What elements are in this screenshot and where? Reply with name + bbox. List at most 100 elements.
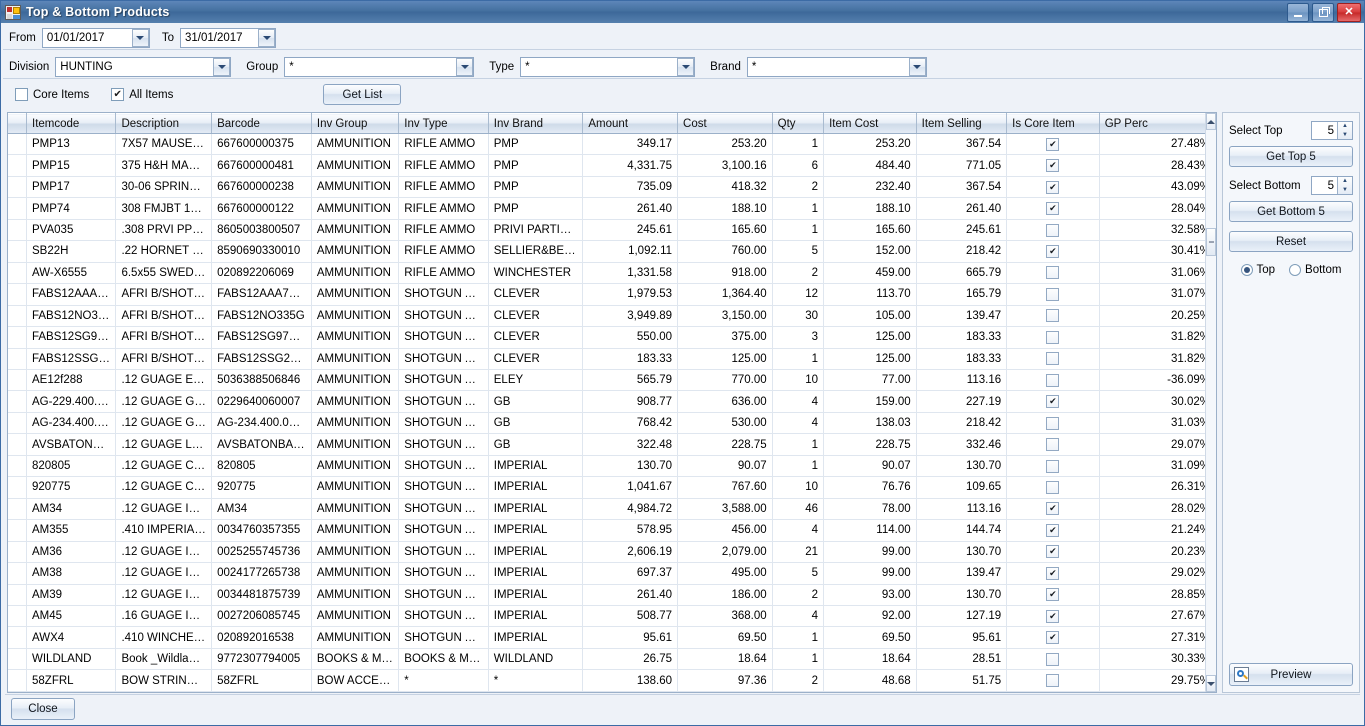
- select-top-stepper[interactable]: 5 ▲ ▼: [1311, 121, 1353, 140]
- cell-is-core-item[interactable]: [1006, 412, 1100, 435]
- table-row[interactable]: 920775.12 GUAGE C… 920775 AMMUNITION SHOTGU…: [8, 476, 1217, 499]
- table-row[interactable]: PMP17 30-06 SPRING… 667600000238 AMMUNITION…: [8, 176, 1217, 199]
- checkbox-icon[interactable]: [1046, 223, 1060, 237]
- row-selector-cell[interactable]: [8, 390, 27, 413]
- row-selector-cell[interactable]: [8, 562, 27, 585]
- row-selector-cell[interactable]: [8, 305, 27, 328]
- cell-is-core-item[interactable]: [1006, 669, 1100, 692]
- checkbox-checked-icon[interactable]: [1046, 588, 1060, 602]
- select-bottom-stepper[interactable]: 5 ▲ ▼: [1311, 176, 1353, 195]
- stepper-down-icon[interactable]: ▼: [1338, 131, 1352, 140]
- cell-is-core-item[interactable]: [1006, 133, 1100, 156]
- table-row[interactable]: AM45.16 GUAGE IM… 0027206085745 AMMUNITION…: [8, 605, 1217, 628]
- radio-top-indicator[interactable]: [1240, 264, 1253, 276]
- stepper-up-icon[interactable]: ▲: [1338, 177, 1352, 186]
- to-date-input[interactable]: 31/01/2017: [180, 28, 276, 48]
- get-bottom-button[interactable]: Get Bottom 5: [1229, 201, 1353, 222]
- core-items-checkbox[interactable]: [15, 88, 28, 101]
- close-button[interactable]: Close: [11, 698, 75, 720]
- radio-bottom-indicator[interactable]: [1289, 264, 1302, 276]
- chevron-down-icon[interactable]: [258, 29, 275, 47]
- table-row[interactable]: FABS12SG97016 AFRI B/SHOT … FABS12SG97016 A…: [8, 326, 1217, 349]
- cell-is-core-item[interactable]: [1006, 390, 1100, 413]
- checkbox-checked-icon[interactable]: [1046, 180, 1060, 194]
- stepper-down-icon[interactable]: ▼: [1338, 186, 1352, 195]
- row-selector-cell[interactable]: [8, 455, 27, 478]
- row-selector-cell[interactable]: [8, 348, 27, 370]
- table-row[interactable]: AG-229.400.0… .12 GUAGE GB… 0229640060007 A…: [8, 390, 1217, 413]
- chevron-down-icon[interactable]: [908, 58, 926, 76]
- table-row[interactable]: AW-X6555 6.5x55 SWED… 020892206069 AMMUNITI…: [8, 262, 1217, 285]
- row-selector-cell[interactable]: [8, 669, 27, 692]
- row-selector-cell[interactable]: [8, 369, 27, 392]
- chevron-down-icon[interactable]: [677, 58, 695, 76]
- column-header-qty[interactable]: Qty: [772, 113, 825, 134]
- checkbox-checked-icon[interactable]: [1046, 202, 1060, 216]
- cell-is-core-item[interactable]: [1006, 326, 1100, 349]
- column-header-inv-group[interactable]: Inv Group: [311, 113, 400, 134]
- table-row[interactable]: WILDLAND Book _Wildlan… 9772307794005 BOOKS…: [8, 648, 1217, 671]
- checkbox-checked-icon[interactable]: [1046, 159, 1060, 173]
- row-selector-cell[interactable]: [8, 584, 27, 606]
- checkbox-icon[interactable]: [1046, 309, 1060, 323]
- cell-is-core-item[interactable]: [1006, 176, 1100, 199]
- row-selector-cell[interactable]: [8, 219, 27, 242]
- checkbox-checked-icon[interactable]: [1046, 609, 1060, 623]
- checkbox-icon[interactable]: [1046, 674, 1060, 688]
- chevron-down-icon[interactable]: [131, 29, 149, 47]
- row-selector-cell[interactable]: [8, 154, 27, 177]
- checkbox-checked-icon[interactable]: [1046, 244, 1060, 258]
- column-header-description[interactable]: Description: [115, 113, 213, 134]
- table-row[interactable]: AE12f288.12 GUAGE EL… 5036388506846 AMMUNI…: [8, 369, 1217, 392]
- cell-is-core-item[interactable]: [1006, 498, 1100, 521]
- stepper-arrows[interactable]: ▲ ▼: [1337, 177, 1352, 194]
- checkbox-checked-icon[interactable]: [1046, 137, 1060, 151]
- cell-is-core-item[interactable]: [1006, 584, 1100, 606]
- table-row[interactable]: PVA035.308 PRVI PPU… 8605003800507 AMMUNIT…: [8, 219, 1217, 242]
- checkbox-icon[interactable]: [1046, 287, 1060, 301]
- row-selector-cell[interactable]: [8, 519, 27, 542]
- table-row[interactable]: PMP74 308 FMJBT 14… 667600000122 AMMUNITION…: [8, 197, 1217, 220]
- table-row[interactable]: SB22H .22 HORNET … 8590690330010 AMMUNITION…: [8, 240, 1217, 263]
- division-select[interactable]: HUNTING: [55, 57, 232, 77]
- table-row[interactable]: PMP15 375 H&H MAG … 667600000481 AMMUNITION…: [8, 154, 1217, 177]
- close-window-button[interactable]: ✕: [1337, 3, 1361, 22]
- scroll-track[interactable]: ═: [1206, 130, 1216, 675]
- brand-select[interactable]: *: [746, 57, 927, 77]
- row-selector-cell[interactable]: [8, 326, 27, 349]
- checkbox-checked-icon[interactable]: [1046, 502, 1060, 516]
- preview-button[interactable]: Preview: [1229, 663, 1353, 686]
- table-row[interactable]: AM39.12 GUAGE IM… 0034481875739 AMMUNITION…: [8, 584, 1217, 606]
- row-selector-cell[interactable]: [8, 626, 27, 649]
- reset-button[interactable]: Reset: [1229, 231, 1353, 252]
- table-row[interactable]: AG-234.400.0… .12 GUAGE GB… AG-234.400.0… A…: [8, 412, 1217, 435]
- row-selector-cell[interactable]: [8, 412, 27, 435]
- row-selector-cell[interactable]: [8, 605, 27, 628]
- cell-is-core-item[interactable]: [1006, 626, 1100, 649]
- column-header-gp-perc[interactable]: GP Perc: [1099, 113, 1217, 134]
- cell-is-core-item[interactable]: [1006, 433, 1100, 456]
- column-header-is-core-item[interactable]: Is Core Item: [1006, 113, 1100, 134]
- table-row[interactable]: FABS12AAA7016 AFRI B/SHOT … FABS12AAA7016 A…: [8, 283, 1217, 306]
- cell-is-core-item[interactable]: [1006, 262, 1100, 285]
- stepper-arrows[interactable]: ▲ ▼: [1337, 122, 1352, 139]
- table-row[interactable]: AM34.12 GUAGE I… AM34 AMMUNITION SHOTGUN AM…: [8, 498, 1217, 521]
- checkbox-icon[interactable]: [1046, 373, 1060, 387]
- column-header-inv-brand[interactable]: Inv Brand: [488, 113, 584, 134]
- table-row[interactable]: AM38.12 GUAGE IM… 0024177265738 AMMUNITION…: [8, 562, 1217, 585]
- cell-is-core-item[interactable]: [1006, 305, 1100, 328]
- scroll-thumb[interactable]: ═: [1206, 228, 1216, 256]
- table-row[interactable]: AM36.12 GUAGE IM… 0025255745736 AMMUNITION…: [8, 541, 1217, 564]
- checkbox-icon[interactable]: [1046, 652, 1060, 666]
- row-selector-cell[interactable]: [8, 433, 27, 456]
- radio-top[interactable]: Top: [1240, 264, 1275, 276]
- table-row[interactable]: FABS12SSG28… AFRI B/SHOT … FABS12SSG28… AMM…: [8, 348, 1217, 370]
- cell-is-core-item[interactable]: [1006, 283, 1100, 306]
- cell-is-core-item[interactable]: [1006, 476, 1100, 499]
- table-row[interactable]: AM355.410 IMPERIA… 0034760357355 AMMUNITIO…: [8, 519, 1217, 542]
- table-row[interactable]: AVSBATONBALL .12 GUAGE LA… AVSBATONBALL AMM…: [8, 433, 1217, 456]
- table-row[interactable]: 820805.12 GUAGE C… 820805 AMMUNITION SHOTGU…: [8, 455, 1217, 478]
- column-header-itemcode[interactable]: Itemcode: [26, 113, 117, 134]
- cell-is-core-item[interactable]: [1006, 348, 1100, 370]
- get-list-button[interactable]: Get List: [323, 84, 402, 105]
